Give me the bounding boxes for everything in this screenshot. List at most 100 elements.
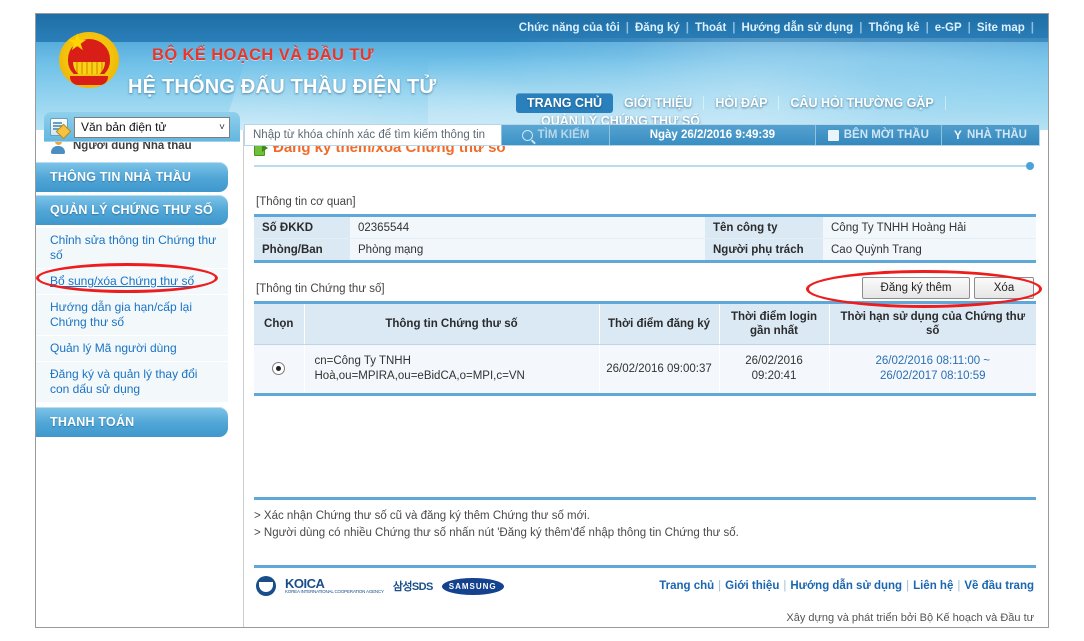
site-footer: KOICA KOREA INTERNATIONAL COOPERATION AG… xyxy=(254,565,1036,624)
sidebar-item-add-delete-cert[interactable]: Bổ sung/xóa Chứng thư số xyxy=(36,269,228,295)
cert-valid-to: 26/02/2017 08:10:59 xyxy=(879,370,986,382)
nav-item-qna[interactable]: HỎI ĐÁP xyxy=(704,93,778,113)
topnav-link-sitemap[interactable]: Site map xyxy=(971,22,1031,34)
sidebar-item-edit-cert-info[interactable]: Chỉnh sửa thông tin Chứng thư số xyxy=(36,228,228,269)
cert-validity-value: 26/02/2016 08:11:00 ~ 26/02/2017 08:10:5… xyxy=(829,344,1036,395)
table-row: Phòng/Ban Phòng mạng Người phụ trách Cao… xyxy=(254,238,1036,262)
footer-row: KOICA KOREA INTERNATIONAL COOPERATION AG… xyxy=(254,568,1036,596)
column-header-validity: Thời hạn sử dụng của Chứng thư số xyxy=(829,302,1036,345)
search-icon xyxy=(521,129,533,141)
cert-valid-from: 26/02/2016 08:11:00 ~ xyxy=(875,355,991,367)
footer-separator: | xyxy=(957,580,961,592)
cert-registered-at-value: 26/02/2016 09:00:37 xyxy=(599,344,720,395)
main-nav[interactable]: TRANG CHỦ GIỚI THIỆU HỎI ĐÁP CÂU HỎI THƯ… xyxy=(516,92,946,114)
topnav-link-user-guide[interactable]: Hướng dẫn sử dụng xyxy=(736,22,860,34)
cert-section-header: [Thông tin Chứng thư số] Đăng ký thêm Xó… xyxy=(254,263,1042,308)
nav-divider xyxy=(944,96,946,110)
sidebar-group-payment[interactable]: THANH TOÁN xyxy=(36,407,228,437)
cert-action-buttons: Đăng ký thêm Xóa xyxy=(862,277,1034,299)
topnav-separator: | xyxy=(1030,22,1034,34)
column-header-cert-info: Thông tin Chứng thư số xyxy=(304,302,600,345)
application-window: Chức năng của tôi | Đăng ký | Thoát | Hướng… xyxy=(35,13,1049,628)
nav-item-faq[interactable]: CÂU HỎI THƯỜNG GẶP xyxy=(779,93,944,113)
row-select-cell[interactable] xyxy=(254,344,305,395)
org-section-label: [Thông tin cơ quan] xyxy=(256,196,356,208)
sidebar-item-manage-seal[interactable]: Đăng ký và quản lý thay đổi con dấu sử d… xyxy=(36,362,228,403)
sidebar-group-bidder-info[interactable]: THÔNG TIN NHÀ THẦU xyxy=(36,162,228,192)
row-radio-button[interactable] xyxy=(272,361,286,375)
table-header-row: Chọn Thông tin Chứng thư số Thời điểm đă… xyxy=(254,302,1036,345)
table-row[interactable]: cn=Công Ty TNHH Hoà,ou=MPIRA,ou=eBidCA,o… xyxy=(254,344,1036,395)
footer-separator: | xyxy=(783,580,787,592)
sidebar-item-label: Bổ sung/xóa Chứng thư số xyxy=(50,274,195,288)
cert-last-login-value: 26/02/2016 09:20:41 xyxy=(719,344,830,395)
table-row: Số ĐKKD 02365544 Tên công ty Công Ty TNH… xyxy=(254,215,1036,239)
sidebar: Người dùng Nhà thầu THÔNG TIN NHÀ THẦU Q… xyxy=(36,130,244,627)
footer-link-intro[interactable]: Giới thiệu xyxy=(725,580,779,592)
procuring-entity-label: BÊN MỜI THẦU xyxy=(843,129,929,141)
title-underline xyxy=(254,162,1036,170)
column-header-select: Chọn xyxy=(254,302,305,345)
register-more-button[interactable]: Đăng ký thêm xyxy=(862,277,970,299)
footer-link-guide[interactable]: Hướng dẫn sử dụng xyxy=(790,580,902,592)
document-type-value: Văn bản điện tử xyxy=(81,120,167,134)
column-header-last-login: Thời điểm login gần nhất xyxy=(719,302,830,345)
nav-item-introduction[interactable]: GIỚI THIỆU xyxy=(613,93,703,113)
funnel-icon: Y xyxy=(953,127,962,142)
koica-logo-text: KOICA xyxy=(285,576,325,591)
topnav-link-egp[interactable]: e-GP xyxy=(929,22,968,34)
server-datetime: Ngày 26/2/2016 9:49:39 xyxy=(609,125,815,145)
search-input[interactable]: Nhập từ khóa chính xác để tìm kiếm thông… xyxy=(245,125,501,145)
title-line-dot xyxy=(1026,162,1034,170)
notes-section: > Xác nhận Chứng thư số cũ và đăng ký th… xyxy=(254,497,1036,542)
notes-divider xyxy=(254,497,1036,500)
samsung-logo: SAMSUNG xyxy=(441,577,504,595)
footer-link-home[interactable]: Trang chủ xyxy=(659,580,714,592)
koica-logo: KOICA KOREA INTERNATIONAL COOPERATION AG… xyxy=(285,576,384,594)
document-type-selector[interactable]: Văn bản điện tử ˅ xyxy=(44,112,240,142)
sidebar-item-manage-user-code[interactable]: Quản lý Mã người dùng xyxy=(36,336,228,362)
procuring-entity-button[interactable]: BÊN MỜI THẦU xyxy=(814,125,941,145)
footer-link-contact[interactable]: Liên hệ xyxy=(913,580,953,592)
delete-button[interactable]: Xóa xyxy=(974,277,1034,299)
org-field-value: 02365544 xyxy=(350,215,705,239)
topnav-link-logout[interactable]: Thoát xyxy=(689,22,732,34)
column-header-registered-at: Thời điểm đăng ký xyxy=(599,302,720,345)
system-name: HỆ THỐNG ĐẤU THẦU ĐIỆN TỬ xyxy=(128,76,437,98)
sidebar-group-cert-management[interactable]: QUẢN LÝ CHỨNG THƯ SỐ xyxy=(36,195,228,225)
org-field-label: Phòng/Ban xyxy=(254,238,350,262)
search-bar: Nhập từ khóa chính xác để tìm kiếm thông… xyxy=(244,124,1040,146)
document-icon xyxy=(50,118,68,136)
main-content: Đăng ký thêm/xóa Chứng thư số [Thông tin… xyxy=(244,130,1048,627)
koica-emblem-icon xyxy=(256,576,276,596)
note-line: > Xác nhận Chứng thư số cũ và đăng ký th… xyxy=(254,510,590,522)
header-glow-decoration xyxy=(428,38,1048,130)
role-shortcut-group: BÊN MỜI THẦU Y NHÀ THẦU xyxy=(814,125,1039,145)
page-body: Người dùng Nhà thầu THÔNG TIN NHÀ THẦU Q… xyxy=(36,130,1048,627)
certificate-table: Chọn Thông tin Chứng thư số Thời điểm đă… xyxy=(254,301,1036,396)
chevron-down-icon: ˅ xyxy=(219,121,225,133)
document-type-select[interactable]: Văn bản điện tử ˅ xyxy=(74,116,230,138)
org-info-table: Số ĐKKD 02365544 Tên công ty Công Ty TNH… xyxy=(254,214,1036,263)
footer-link-top[interactable]: Về đầu trang xyxy=(964,580,1034,592)
sidebar-item-label: Hướng dẫn gia hạn/cấp lại Chứng thư số xyxy=(50,300,192,329)
koica-logo-subtext: KOREA INTERNATIONAL COOPERATION AGENCY xyxy=(285,589,384,594)
topnav-link-register[interactable]: Đăng ký xyxy=(629,22,686,34)
footer-links[interactable]: Trang chủ | Giới thiệu | Hướng dẫn sử dụng | L… xyxy=(659,580,1034,592)
topnav-link-my-functions[interactable]: Chức năng của tôi xyxy=(513,22,626,34)
org-field-value: Công Ty TNHH Hoàng Hải xyxy=(823,215,1036,239)
top-utility-nav[interactable]: Chức năng của tôi | Đăng ký | Thoát | Hướng… xyxy=(513,14,1034,42)
cert-dn-value: cn=Công Ty TNHH Hoà,ou=MPIRA,ou=eBidCA,o… xyxy=(304,344,600,395)
org-field-value: Cao Quỳnh Trang xyxy=(823,238,1036,262)
bidder-label: NHÀ THẦU xyxy=(966,129,1027,141)
note-line: > Người dùng có nhiều Chứng thư số nhấn … xyxy=(254,527,739,539)
org-field-label: Tên công ty xyxy=(705,215,823,239)
partner-logos: KOICA KOREA INTERNATIONAL COOPERATION AG… xyxy=(256,576,504,596)
sidebar-item-renew-cert-guide[interactable]: Hướng dẫn gia hạn/cấp lại Chứng thư số xyxy=(36,295,228,336)
bidder-button[interactable]: Y NHÀ THẦU xyxy=(940,125,1039,145)
topnav-link-statistics[interactable]: Thống kê xyxy=(862,22,925,34)
book-icon xyxy=(827,129,839,141)
footer-credit: Xây dựng và phát triển bởi Bộ Kế hoạch v… xyxy=(786,612,1034,624)
search-button[interactable]: TÌM KIẾM xyxy=(501,125,609,145)
nav-item-home[interactable]: TRANG CHỦ xyxy=(516,93,613,113)
